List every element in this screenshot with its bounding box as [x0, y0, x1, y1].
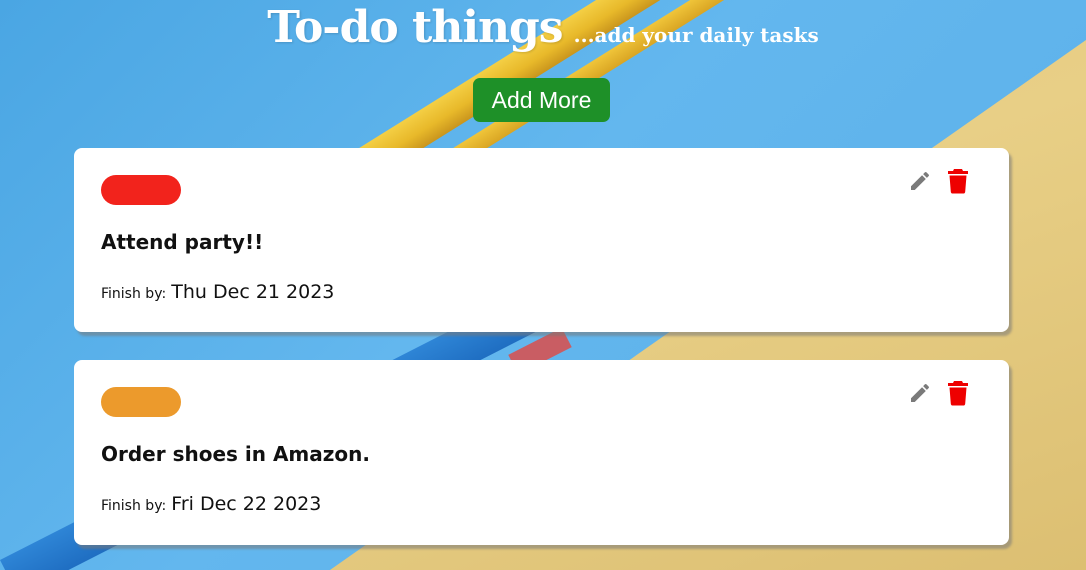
priority-tag [101, 387, 181, 417]
app: To-do things ...add your daily tasks Add… [0, 0, 1086, 570]
task-title: Order shoes in Amazon. [101, 442, 370, 466]
task-title: Attend party!! [101, 230, 264, 254]
pencil-icon[interactable] [908, 381, 932, 405]
pencil-icon[interactable] [908, 169, 932, 193]
page-subtitle: ...add your daily tasks [573, 23, 819, 47]
finish-label: Finish by: [101, 286, 167, 302]
page-title: To-do things [267, 2, 563, 53]
trash-icon[interactable] [946, 168, 970, 194]
due-date: Finish by: Thu Dec 21 2023 [101, 281, 334, 303]
due-date: Finish by: Fri Dec 22 2023 [101, 493, 321, 515]
due-date-value: Fri Dec 22 2023 [171, 493, 322, 515]
task-card: Order shoes in Amazon. Finish by: Fri De… [74, 360, 1009, 545]
task-card: Attend party!! Finish by: Thu Dec 21 202… [74, 148, 1009, 332]
trash-icon[interactable] [946, 380, 970, 406]
finish-label: Finish by: [101, 498, 167, 514]
add-more-button[interactable]: Add More [473, 78, 610, 122]
priority-tag [101, 175, 181, 205]
header: To-do things ...add your daily tasks [0, 2, 1086, 53]
due-date-value: Thu Dec 21 2023 [171, 281, 335, 303]
